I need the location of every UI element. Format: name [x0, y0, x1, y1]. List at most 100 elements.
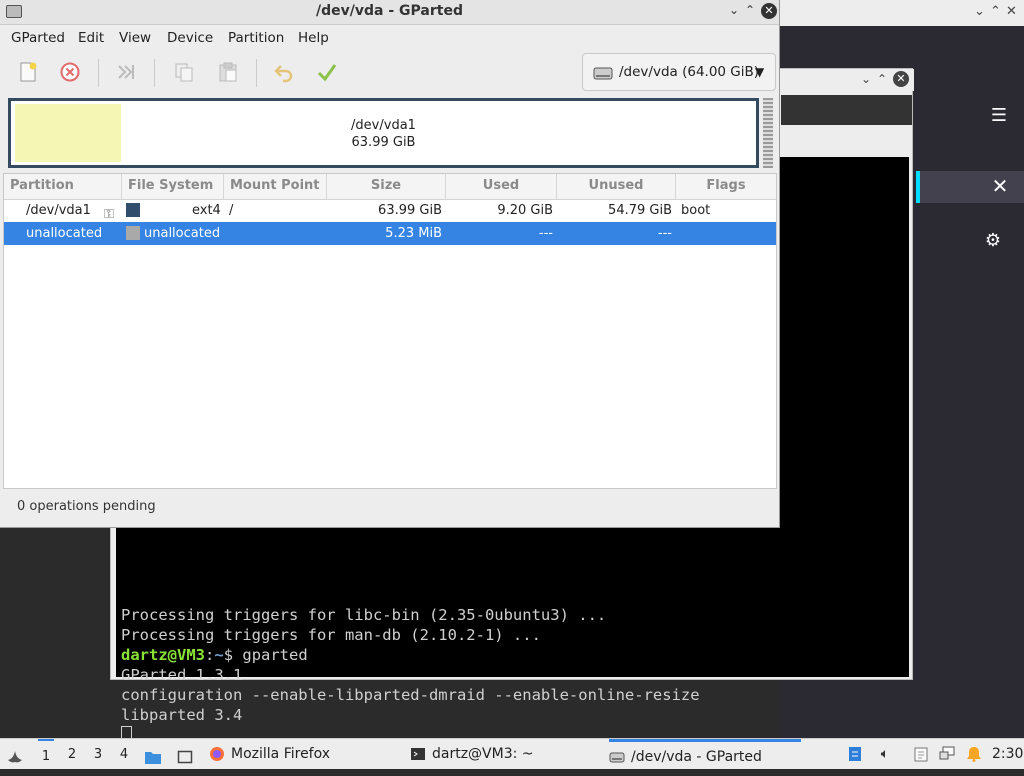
disk-map-partition-size: 63.99 GiB — [351, 135, 416, 150]
volume-icon[interactable]: 🔈︎ — [876, 745, 894, 763]
terminal-line: GParted 1.3.1 — [121, 666, 243, 684]
filesystem-color-swatch — [126, 226, 140, 240]
task-label: dartz@VM3: ~ — [432, 746, 534, 762]
start-menu-icon[interactable] — [6, 745, 24, 763]
table-header: Partition File System Mount Point Size U… — [4, 174, 776, 200]
apply-icon[interactable] — [315, 60, 339, 84]
new-partition-icon[interactable] — [16, 60, 40, 84]
cell-used: 9.20 GiB — [497, 203, 553, 218]
menu-edit[interactable]: Edit — [78, 30, 104, 46]
cell-used: --- — [538, 226, 553, 241]
delete-partition-icon[interactable] — [58, 60, 82, 84]
window-title: /dev/vda - GParted — [316, 3, 463, 19]
notification-bell-icon[interactable] — [965, 745, 983, 763]
terminal-line: libparted 3.4 — [121, 706, 243, 724]
firefox-titlebar: ⌄ ⌃ ✕ — [780, 0, 1024, 26]
disk-map-unallocated[interactable] — [763, 98, 773, 168]
maximize-icon[interactable]: ⌃ — [990, 4, 1001, 19]
cell-filesystem: ext4 — [192, 203, 221, 218]
close-icon[interactable]: ✕ — [893, 71, 909, 87]
prompt-suffix: $ — [223, 646, 243, 664]
cell-mount-point: / — [229, 203, 234, 218]
paste-icon[interactable] — [216, 60, 240, 84]
cell-flags: boot — [681, 203, 711, 218]
close-icon[interactable]: ✕ — [1006, 4, 1017, 19]
dropbox-icon[interactable] — [846, 745, 864, 763]
clipboard-icon[interactable] — [912, 745, 930, 763]
network-icon[interactable] — [938, 745, 956, 763]
cell-unused: --- — [657, 226, 672, 241]
column-header-filesystem[interactable]: File System — [122, 174, 224, 199]
cell-filesystem: unallocated — [144, 226, 221, 241]
device-selector-label: /dev/vda (64.00 GiB) — [619, 64, 760, 80]
column-header-mount-point[interactable]: Mount Point — [224, 174, 327, 199]
task-gparted[interactable]: /dev/vda - GParted — [609, 739, 801, 769]
toolbar: /dev/vda (64.00 GiB) ▼ — [0, 51, 779, 95]
drive-icon — [593, 67, 613, 80]
column-header-unused[interactable]: Unused — [557, 174, 676, 199]
taskbar: 1 2 3 4 Mozilla Firefox dartz@VM3: ~ /de… — [0, 738, 1024, 769]
status-bar: 0 operations pending — [3, 490, 777, 524]
show-desktop-icon[interactable] — [177, 746, 193, 764]
cell-size: 63.99 GiB — [378, 203, 442, 218]
close-icon[interactable]: ✕ — [761, 3, 777, 19]
minimize-icon[interactable]: ⌄ — [729, 3, 739, 17]
cell-size: 5.23 MiB — [385, 226, 442, 241]
workspace-3[interactable]: 3 — [90, 739, 106, 769]
undo-icon[interactable] — [272, 60, 296, 84]
workspace-2[interactable]: 2 — [64, 739, 80, 769]
column-header-size[interactable]: Size — [327, 174, 446, 199]
terminal-line: Processing triggers for libc-bin (2.35-0… — [121, 606, 607, 624]
filesystem-color-swatch — [126, 203, 140, 217]
terminal-icon — [411, 748, 425, 760]
terminal-line: configuration --enable-libparted-dmraid … — [121, 686, 700, 704]
disk-map-partition-name: /dev/vda1 — [351, 118, 416, 133]
clock[interactable]: 2:30 — [992, 739, 1023, 769]
maximize-icon[interactable]: ⌃ — [877, 72, 887, 86]
task-terminal[interactable]: dartz@VM3: ~ — [410, 739, 600, 769]
prompt-command: gparted — [242, 646, 308, 664]
workspace-1[interactable]: 1 — [38, 739, 54, 771]
column-header-partition[interactable]: Partition — [4, 174, 122, 199]
terminal-toolbar — [781, 95, 912, 125]
column-header-flags[interactable]: Flags — [676, 174, 776, 199]
device-selector[interactable]: /dev/vda (64.00 GiB) ▼ — [582, 53, 776, 91]
gparted-titlebar[interactable]: /dev/vda - GParted ⌄ ⌃ ✕ — [0, 0, 779, 25]
cell-partition: /dev/vda1 — [26, 203, 91, 218]
cell-partition: unallocated — [26, 226, 103, 241]
column-header-used[interactable]: Used — [446, 174, 557, 199]
resize-move-icon[interactable] — [114, 60, 138, 84]
partition-table: Partition File System Mount Point Size U… — [3, 173, 777, 489]
menu-device[interactable]: Device — [167, 30, 213, 46]
chevron-down-icon: ▼ — [755, 65, 765, 79]
task-label: Mozilla Firefox — [231, 746, 331, 762]
menu-partition[interactable]: Partition — [228, 30, 284, 46]
disk-map[interactable]: /dev/vda1 63.99 GiB — [8, 98, 759, 168]
copy-icon[interactable] — [172, 60, 196, 84]
gparted-window: /dev/vda - GParted ⌄ ⌃ ✕ GParted Edit Vi… — [0, 0, 780, 528]
menu-view[interactable]: View — [119, 30, 151, 46]
close-icon[interactable]: ✕ — [988, 174, 1012, 198]
table-row[interactable]: unallocated unallocated 5.23 MiB --- --- — [4, 222, 776, 245]
cell-unused: 54.79 GiB — [608, 203, 672, 218]
minimize-icon[interactable]: ⌄ — [974, 4, 985, 19]
minimize-icon[interactable]: ⌄ — [861, 72, 871, 86]
disk-map-label: /dev/vda1 63.99 GiB — [11, 117, 756, 151]
operations-pending-status: 0 operations pending — [17, 499, 156, 514]
terminal-output: Processing triggers for libc-bin (2.35-0… — [121, 605, 700, 745]
file-manager-icon[interactable] — [144, 746, 162, 764]
prompt-user: dartz@VM3 — [121, 646, 205, 664]
menu-help[interactable]: Help — [298, 30, 329, 46]
terminal-line: Processing triggers for man-db (2.10.2-1… — [121, 626, 541, 644]
menubar: GParted Edit View Device Partition Help — [0, 25, 779, 51]
table-row[interactable]: /dev/vda1 ⚿ ext4 / 63.99 GiB 9.20 GiB 54… — [4, 199, 776, 222]
gear-icon[interactable]: ⚙ — [982, 230, 1004, 252]
maximize-icon[interactable]: ⌃ — [745, 3, 755, 17]
task-firefox[interactable]: Mozilla Firefox — [209, 739, 399, 769]
gparted-icon — [609, 752, 625, 763]
workspace-4[interactable]: 4 — [116, 739, 132, 769]
hamburger-menu-icon[interactable]: ☰ — [986, 104, 1012, 128]
prompt-path: ~ — [214, 646, 224, 664]
firefox-icon — [210, 747, 224, 761]
menu-gparted[interactable]: GParted — [11, 30, 65, 46]
